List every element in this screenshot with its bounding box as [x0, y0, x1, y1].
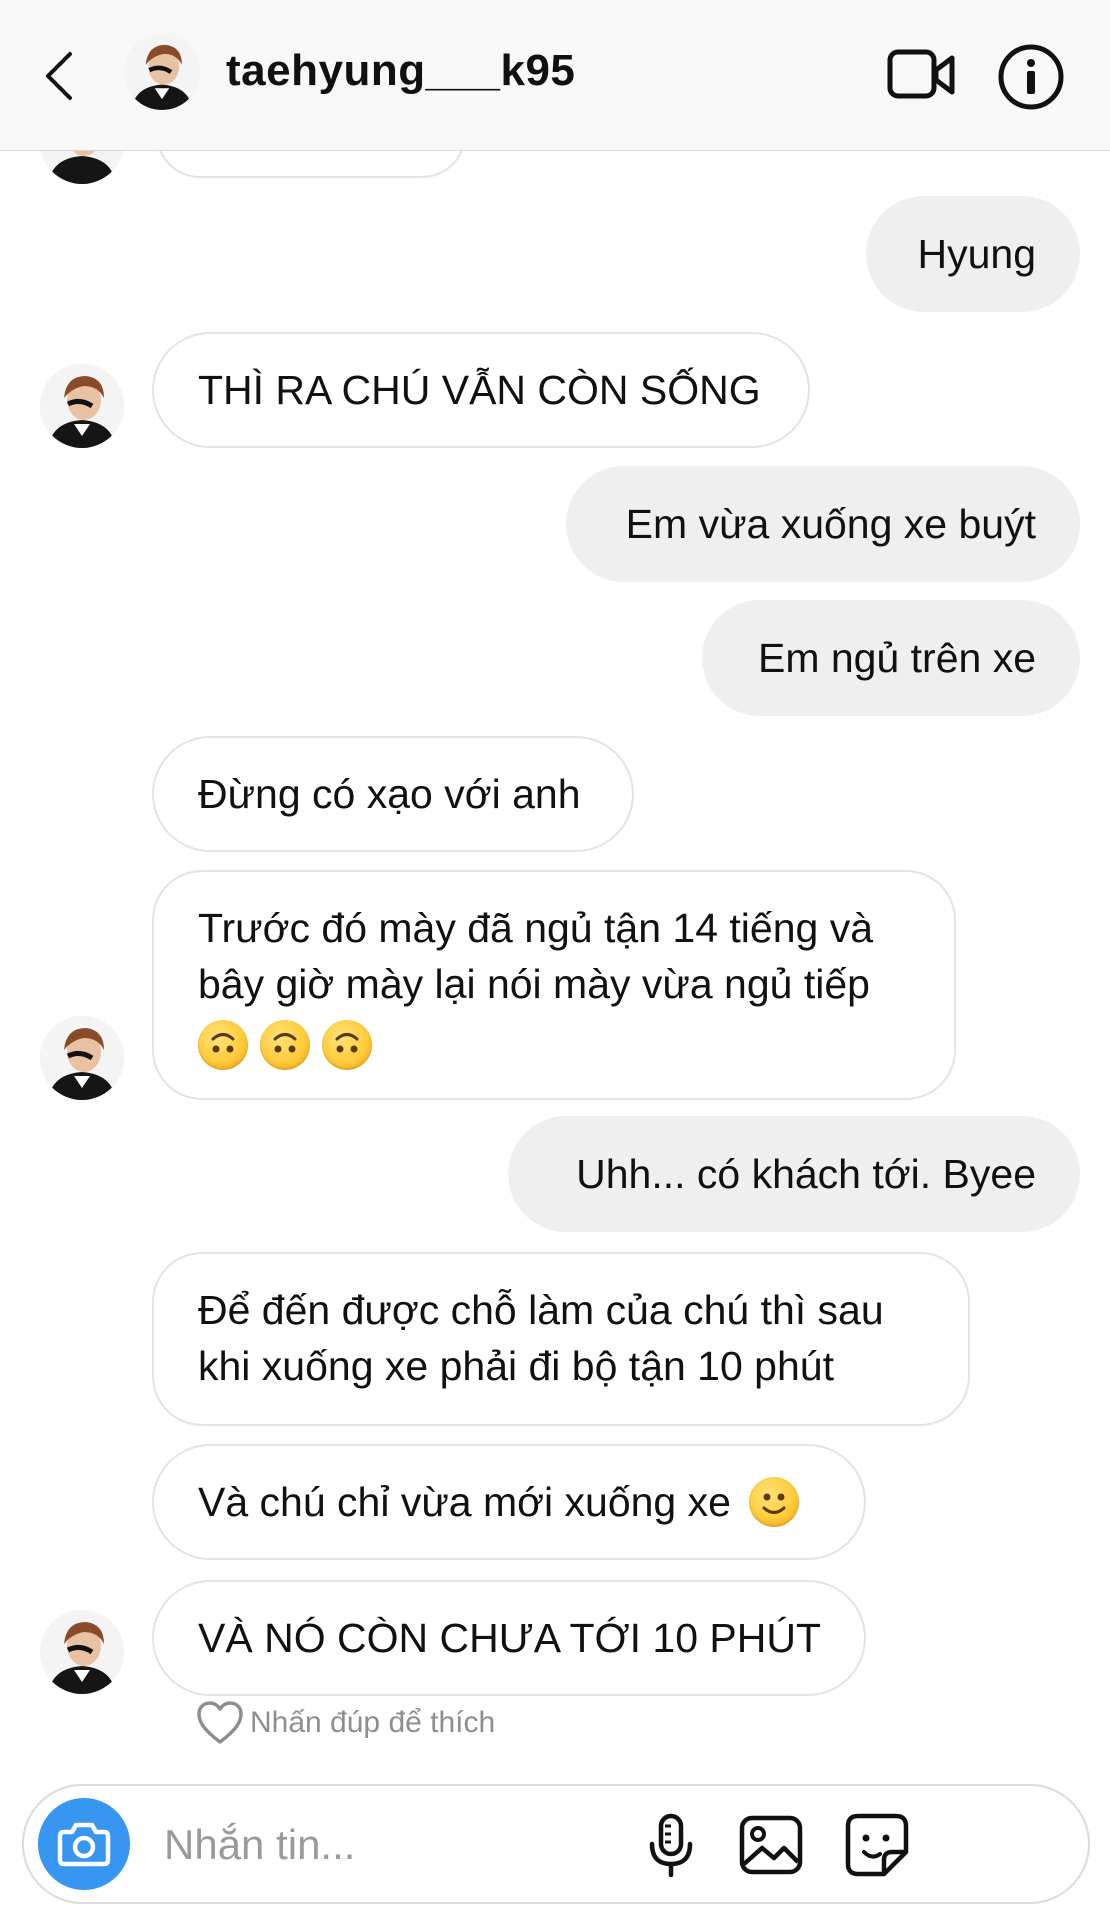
camera-button[interactable] [38, 1798, 130, 1890]
message-outgoing[interactable]: Em vừa xuống xe buýt [566, 466, 1080, 582]
upside-down-face-emoji [322, 1020, 372, 1071]
video-camera-icon [887, 49, 955, 99]
sticker-icon [845, 1813, 909, 1877]
chat-header: taehyung___k95 [0, 0, 1110, 151]
message-incoming[interactable]: VÀ NÓ CÒN CHƯA TỚI 10 PHÚT [152, 1580, 866, 1696]
message-outgoing[interactable]: Em ngủ trên xe [702, 600, 1080, 716]
profile-photo [124, 34, 200, 110]
sticker-button[interactable] [842, 1810, 912, 1880]
avatar [40, 1610, 124, 1694]
chevron-left-icon [46, 52, 72, 100]
slightly-smiling-face-emoji [748, 1477, 799, 1527]
message-thread[interactable]: Hyung THÌ RA CHÚ VẪN CÒN SỐNG Em vừa xuố… [0, 150, 1110, 1770]
microphone-icon [649, 1813, 693, 1878]
message-incoming[interactable] [156, 150, 466, 178]
upside-down-face-emoji [260, 1020, 310, 1071]
upside-down-face-emoji [198, 1020, 248, 1071]
video-call-button[interactable] [886, 42, 958, 108]
double-tap-like-hint: Nhấn đúp để thích [196, 1700, 495, 1746]
avatar [40, 1016, 124, 1100]
message-incoming[interactable]: THÌ RA CHÚ VẪN CÒN SỐNG [152, 332, 810, 448]
gallery-button[interactable] [736, 1810, 806, 1880]
chat-username[interactable]: taehyung___k95 [226, 46, 575, 96]
message-incoming[interactable]: Đừng có xạo với anh [152, 736, 634, 852]
info-icon [998, 44, 1064, 110]
message-incoming[interactable]: Để đến được chỗ làm của chú thì sau khi … [152, 1252, 970, 1426]
message-composer [22, 1784, 1090, 1904]
camera-icon [57, 1822, 111, 1867]
gallery-icon [739, 1815, 803, 1875]
emoji-row [198, 1014, 910, 1071]
voice-message-button[interactable] [636, 1810, 706, 1880]
heart-icon[interactable] [196, 1700, 244, 1746]
back-button[interactable] [40, 48, 80, 104]
info-button[interactable] [996, 42, 1066, 112]
avatar[interactable] [124, 34, 200, 110]
message-outgoing[interactable]: Uhh... có khách tới. Byee [508, 1116, 1080, 1232]
message-outgoing[interactable]: Hyung [866, 196, 1080, 312]
message-incoming[interactable]: Trước đó mày đã ngủ tận 14 tiếng và bây … [152, 870, 956, 1100]
avatar [40, 364, 124, 448]
message-incoming[interactable]: Và chú chỉ vừa mới xuống xe [152, 1444, 866, 1560]
avatar [40, 150, 124, 184]
